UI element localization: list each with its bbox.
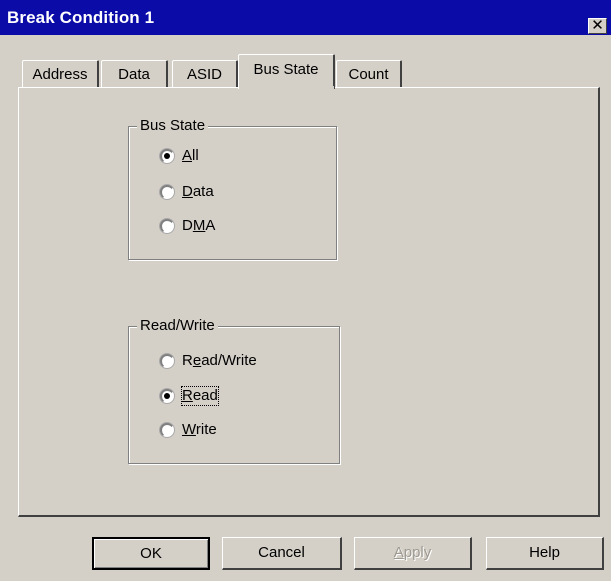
radio-label-all: All <box>182 147 199 164</box>
radio-bus-all[interactable]: All <box>160 146 199 166</box>
bus-state-group-title: Bus State <box>137 117 209 135</box>
cancel-button[interactable]: Cancel <box>222 537 342 570</box>
apply-button[interactable]: Apply <box>354 537 472 570</box>
close-button[interactable]: ✕ <box>588 18 607 34</box>
radio-rw-read-write[interactable]: Read/Write <box>160 351 257 371</box>
tab-count[interactable]: Count <box>336 60 402 88</box>
read-write-group-title: Read/Write <box>137 317 218 335</box>
active-tab-gap <box>239 86 334 89</box>
close-icon: ✕ <box>591 17 604 34</box>
radio-label-read-write: Read/Write <box>182 352 257 369</box>
tab-asid[interactable]: ASID <box>172 60 238 88</box>
tab-address-label: Address <box>32 66 88 83</box>
tab-count-label: Count <box>348 66 389 83</box>
radio-label-read: Read <box>181 386 219 406</box>
radio-indicator[interactable] <box>160 354 174 368</box>
radio-indicator[interactable] <box>160 185 174 199</box>
tab-address[interactable]: Address <box>22 60 99 88</box>
cancel-button-label: Cancel <box>258 544 305 561</box>
apply-button-label: Apply <box>393 544 432 561</box>
tab-bus-state[interactable]: Bus State <box>238 54 335 89</box>
tab-data[interactable]: Data <box>101 60 168 88</box>
tab-bus-state-label: Bus State <box>253 61 319 78</box>
radio-rw-write[interactable]: Write <box>160 420 217 440</box>
radio-indicator[interactable] <box>160 149 174 163</box>
radio-indicator[interactable] <box>160 219 174 233</box>
radio-bus-dma[interactable]: DMA <box>160 216 215 236</box>
title-bar[interactable]: Break Condition 1 ✕ <box>0 0 611 35</box>
radio-rw-read[interactable]: Read <box>160 386 219 406</box>
radio-label-data: Data <box>182 183 214 200</box>
window-title: Break Condition 1 <box>7 8 155 27</box>
tab-asid-label: ASID <box>186 66 222 83</box>
ok-button-label: OK <box>140 545 162 562</box>
radio-bus-data[interactable]: Data <box>160 182 214 202</box>
ok-button[interactable]: OK <box>92 537 210 570</box>
dialog-window: Break Condition 1 ✕ Address Data ASID Bu… <box>0 0 611 581</box>
help-button-label: Help <box>529 544 560 561</box>
tab-data-label: Data <box>118 66 150 83</box>
help-button[interactable]: Help <box>486 537 604 570</box>
radio-label-write: Write <box>182 421 217 438</box>
radio-indicator[interactable] <box>160 423 174 437</box>
radio-indicator[interactable] <box>160 389 174 403</box>
radio-label-dma: DMA <box>182 217 216 234</box>
